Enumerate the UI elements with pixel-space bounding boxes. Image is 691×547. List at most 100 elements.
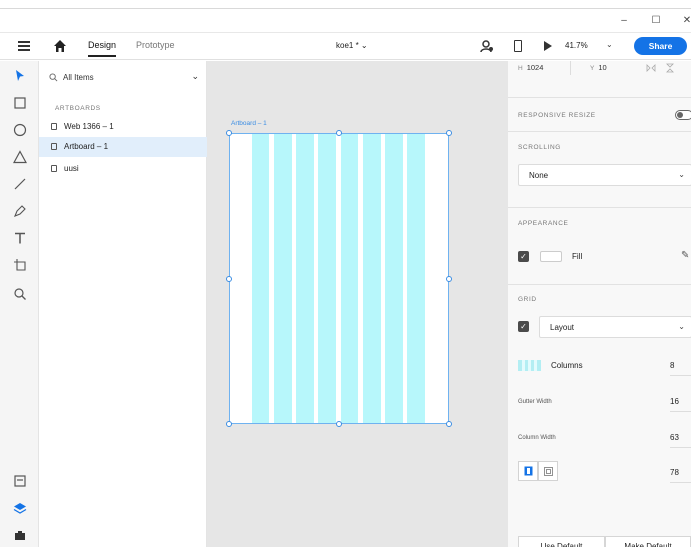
pen-icon[interactable] (13, 204, 27, 218)
divider (508, 97, 691, 98)
home-icon[interactable] (53, 39, 67, 53)
hamburger-icon[interactable] (18, 41, 30, 51)
make-default-button[interactable]: Make Default (605, 536, 691, 547)
text-icon[interactable] (13, 231, 27, 245)
height-value[interactable]: 1024 (527, 63, 544, 72)
fill-label: Fill (572, 252, 583, 261)
grid-column (341, 134, 358, 423)
field-divider (570, 61, 571, 75)
linked-margins-button[interactable] (518, 461, 538, 481)
grid-column (252, 134, 269, 423)
fill-checkbox[interactable]: ✓ (518, 251, 529, 262)
tab-design[interactable]: Design (88, 40, 117, 57)
line-icon[interactable] (13, 177, 27, 191)
minimize-button[interactable]: – (614, 14, 634, 28)
plugins-icon[interactable] (13, 528, 27, 542)
responsive-resize-label: RESPONSIVE RESIZE (518, 112, 596, 119)
arrow-icon[interactable] (13, 69, 27, 83)
scrolling-label: SCROLLING (518, 144, 561, 151)
y-field[interactable]: Y 10 (590, 63, 607, 72)
artboard-icon (51, 143, 57, 150)
artboards-section-label: ARTBOARDS (55, 105, 101, 112)
flip-vertical-icon[interactable] (666, 63, 674, 73)
divider (508, 131, 691, 132)
design-canvas[interactable]: Artboard – 1 (207, 61, 508, 547)
layer-item-web-1366[interactable]: Web 1366 – 1 (39, 117, 207, 137)
resize-handle[interactable] (226, 276, 232, 282)
resize-handle[interactable] (226, 130, 232, 136)
gutter-width-label: Gutter Width (518, 399, 552, 405)
separate-margins-button[interactable] (538, 461, 558, 481)
resize-handle[interactable] (336, 130, 342, 136)
artboard[interactable] (229, 133, 449, 424)
grid-column (363, 134, 381, 423)
resize-handle[interactable] (446, 421, 452, 427)
assets-icon[interactable] (13, 474, 27, 488)
search-icon (49, 73, 58, 82)
columns-value[interactable]: 8 (670, 361, 674, 370)
flip-horizontal-icon[interactable] (646, 64, 656, 72)
grid-type-select[interactable]: Layout ⌄ (539, 316, 691, 338)
use-default-button[interactable]: Use Default (518, 536, 605, 547)
linked-margins-icon (524, 466, 533, 476)
zoom-level[interactable]: 41.7% (565, 41, 588, 50)
document-title[interactable]: koe1 * ⌄ (336, 41, 368, 50)
eyedropper-icon[interactable]: ✎ (681, 250, 689, 261)
columns-label: Columns (551, 361, 583, 370)
play-icon[interactable] (544, 41, 552, 51)
artboard-label[interactable]: Artboard – 1 (231, 120, 267, 127)
share-button[interactable]: Share (634, 37, 687, 55)
window-top-border (0, 8, 691, 9)
grid-column (407, 134, 425, 423)
layers-panel: All Items ⌄ ARTBOARDS Web 1366 – 1 Artbo… (39, 61, 207, 547)
device-preview-icon[interactable] (514, 40, 522, 52)
y-label: Y (590, 65, 595, 72)
grid-column (274, 134, 292, 423)
resize-handle[interactable] (226, 421, 232, 427)
input-underline (670, 447, 691, 448)
layer-item-artboard-1[interactable]: Artboard – 1 (39, 137, 207, 157)
scrolling-value: None (529, 171, 549, 180)
height-label: H (518, 65, 523, 72)
height-field[interactable]: H 1024 (518, 63, 543, 72)
chevron-down-icon: ⌄ (678, 322, 685, 331)
chevron-down-icon[interactable]: ⌄ (606, 40, 613, 49)
tab-prototype[interactable]: Prototype (136, 40, 175, 50)
artboard-icon (51, 165, 57, 172)
user-icon[interactable] (480, 39, 494, 53)
columns-icon (518, 360, 541, 371)
divider (508, 284, 691, 285)
layer-item-uusi[interactable]: uusi (39, 159, 207, 179)
close-button[interactable]: ✕ (677, 14, 691, 28)
resize-handle[interactable] (446, 276, 452, 282)
tool-rail (0, 61, 39, 547)
resize-handle[interactable] (336, 421, 342, 427)
grid-label: GRID (518, 296, 537, 303)
margin-value[interactable]: 78 (670, 468, 679, 477)
y-value[interactable]: 10 (598, 63, 606, 72)
column-width-label: Column Width (518, 435, 556, 441)
title-bar: – ☐ ✕ (0, 0, 691, 33)
layers-filter[interactable]: All Items ⌄ (49, 71, 199, 87)
responsive-resize-toggle[interactable] (675, 110, 691, 120)
layer-item-label: Web 1366 – 1 (64, 122, 114, 131)
triangle-icon[interactable] (13, 150, 27, 164)
app-toolbar: Design Prototype koe1 * ⌄ 41.7% ⌄ Share (0, 33, 691, 60)
artboard-icon[interactable] (13, 258, 27, 272)
properties-panel: H 1024 Y 10 RESPONSIVE RESIZE SCROLLING No… (508, 61, 691, 547)
gutter-width-value[interactable]: 16 (670, 397, 679, 406)
maximize-button[interactable]: ☐ (646, 14, 666, 28)
ellipse-icon[interactable] (13, 123, 27, 137)
rectangle-icon[interactable] (13, 96, 27, 110)
grid-column (318, 134, 336, 423)
separate-margins-icon (544, 467, 553, 476)
fill-color-swatch[interactable] (540, 251, 562, 262)
scrolling-select[interactable]: None ⌄ (518, 164, 691, 186)
magnifier-icon[interactable] (13, 287, 27, 301)
chevron-down-icon[interactable]: ⌄ (191, 71, 199, 82)
layers-icon[interactable] (13, 501, 27, 515)
grid-checkbox[interactable]: ✓ (518, 321, 529, 332)
resize-handle[interactable] (446, 130, 452, 136)
grid-column (385, 134, 403, 423)
column-width-value[interactable]: 63 (670, 433, 679, 442)
